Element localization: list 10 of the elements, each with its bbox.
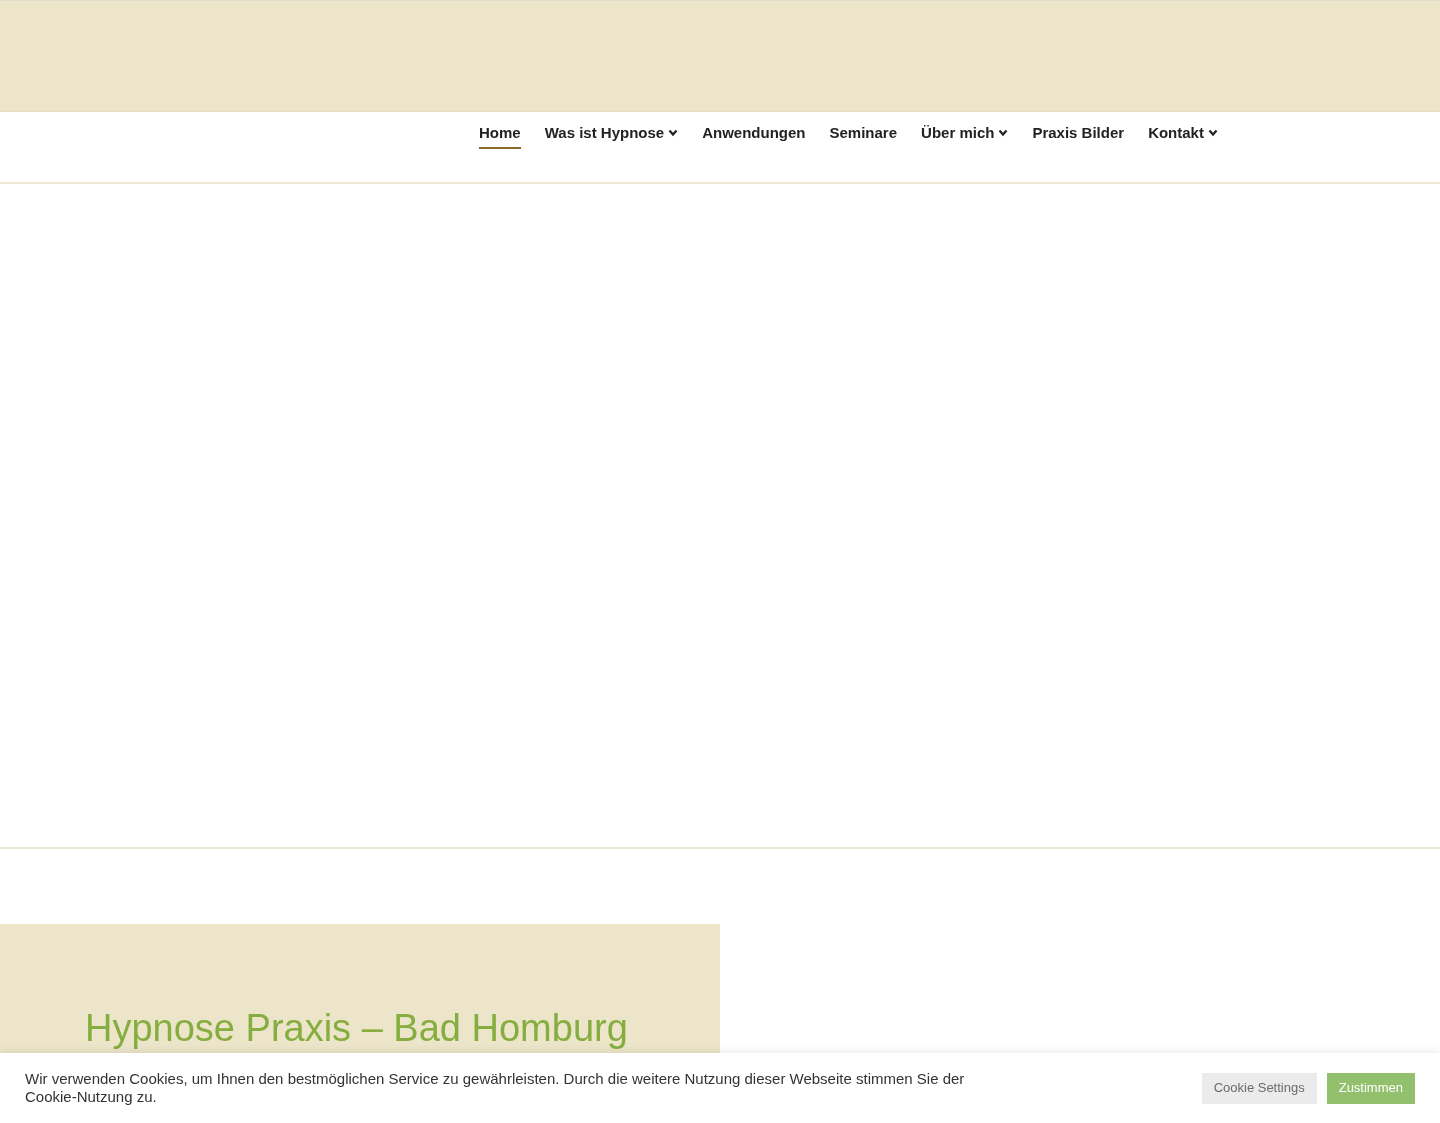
- nav-link[interactable]: Über mich: [921, 122, 1009, 149]
- cookie-message: Wir verwenden Cookies, um Ihnen den bestmöglichen Service zu gewährleisten. Durch die weitere Nutzung dieser Webseite stimmen Sie der Cookie-Nutzung zu.: [25, 1070, 966, 1106]
- nav-link[interactable]: Home: [479, 122, 521, 149]
- nav-link[interactable]: Seminare: [829, 122, 898, 149]
- nav-link[interactable]: Kontakt: [1148, 122, 1218, 149]
- intro-heading: Hypnose Praxis – Bad Homburg: [85, 1006, 629, 1050]
- nav-link[interactable]: Anwendungen: [702, 122, 806, 149]
- cookie-settings-button[interactable]: Cookie Settings: [1201, 1072, 1317, 1104]
- nav-link[interactable]: Was ist Hypnose: [544, 122, 679, 149]
- nav-link[interactable]: Praxis Bilder: [1032, 122, 1125, 149]
